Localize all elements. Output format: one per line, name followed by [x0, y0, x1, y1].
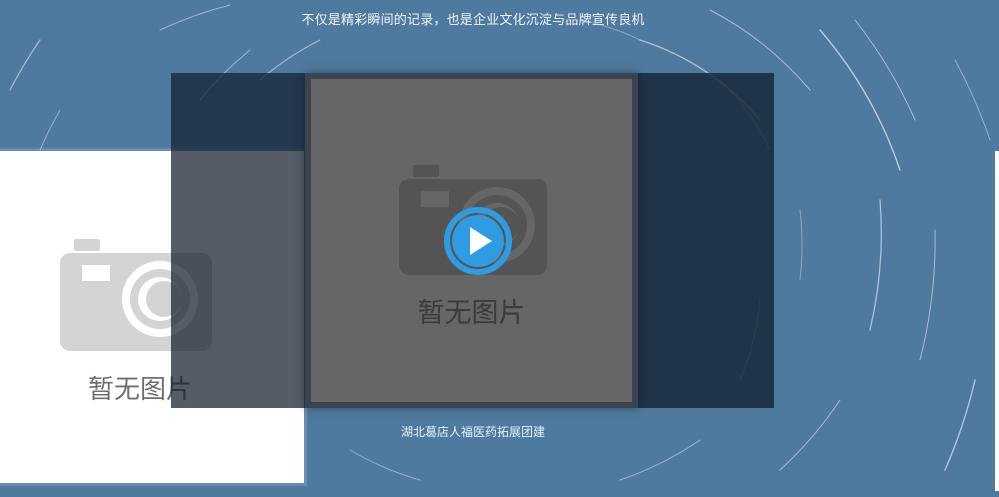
slide-dim-overlay-left: [171, 73, 305, 408]
slide-image-placeholder: 暂无图片: [311, 79, 632, 402]
section-subtitle: 不仅是精彩瞬间的记录，也是企业文化沉淀与品牌宣传良机: [301, 13, 645, 28]
slide-center-placeholder-label: 暂无图片: [417, 298, 526, 329]
play-video-icon[interactable]: [442, 205, 514, 277]
slide-card-active[interactable]: 暂无图片: [305, 73, 638, 408]
slide-caption: 湖北葛店人福医药拓展团建: [400, 425, 545, 439]
slide-dim-overlay-right: [638, 73, 774, 408]
slide-card-right[interactable]: [995, 151, 999, 491]
gallery-section: 不仅是精彩瞬间的记录，也是企业文化沉淀与品牌宣传良机 暂无图片 暂无图片 湖北葛…: [0, 0, 999, 497]
